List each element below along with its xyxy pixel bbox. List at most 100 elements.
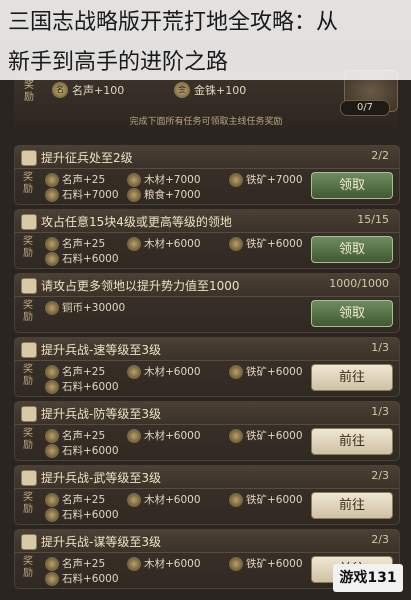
- reward-item: 木材+6000: [127, 556, 201, 571]
- task-title: 请攻占更多领地以提升势力值至1000: [41, 279, 240, 293]
- reward-text: 石料+6000: [62, 573, 119, 585]
- reward-item: 石料+7000: [45, 187, 119, 202]
- task-card: 提升兵战-速等级至3级 1/3 奖励 名声+25 木材+6000 铁矿+6000 石料+60…: [14, 337, 400, 397]
- resource-icon: [45, 172, 59, 187]
- task-book-icon: [21, 534, 37, 550]
- go-button[interactable]: 前往: [311, 428, 393, 455]
- task-book-icon: [21, 470, 37, 486]
- task-card: 提升兵战-武等级至3级 2/3 奖励 名声+25 木材+6000 铁矿+6000 石料+60…: [14, 465, 400, 525]
- reward-label: 奖励: [23, 172, 33, 195]
- reward-item: 木材+6000: [127, 236, 201, 251]
- reward-text: 木材+6000: [144, 430, 201, 442]
- go-button[interactable]: 前往: [311, 492, 393, 519]
- resource-icon: [45, 507, 59, 522]
- reward-item: 石料+6000: [45, 507, 119, 522]
- task-book-icon: [21, 406, 37, 422]
- reward-item: 名声+25: [45, 236, 105, 251]
- reward-item: 石料+6000: [45, 251, 119, 266]
- reward-fame: 名 名声+100: [52, 82, 124, 98]
- reward-item: 铁矿+6000: [229, 236, 303, 251]
- resource-icon: [229, 364, 243, 379]
- reward-label: 奖励: [23, 492, 33, 515]
- title-line-2: 新手到高手的进阶之路: [8, 50, 229, 75]
- resource-icon: [229, 556, 243, 571]
- reward-text: 名声+25: [62, 430, 106, 442]
- resource-icon: [229, 428, 243, 443]
- reward-text: 石料+6000: [62, 381, 119, 393]
- resource-icon: [45, 379, 59, 394]
- resource-icon: [127, 236, 141, 251]
- reward-item: 铁矿+7000: [229, 172, 303, 187]
- reward-item: 石料+6000: [45, 443, 119, 458]
- task-progress-count: 15/15: [357, 213, 389, 226]
- reward-label: 奖励: [23, 300, 33, 323]
- reward-item: 铜币+30000: [45, 300, 125, 315]
- reward-label: 奖励: [23, 236, 33, 259]
- reward-item: 木材+7000: [127, 172, 201, 187]
- resource-icon: [127, 428, 141, 443]
- reward-text: 粮食+7000: [144, 189, 201, 201]
- reward-text: 木材+6000: [144, 238, 201, 250]
- task-progress-count: 1/3: [371, 405, 389, 418]
- reward-text: 铁矿+6000: [246, 366, 303, 378]
- claim-button[interactable]: 领取: [311, 300, 393, 327]
- reward-text: 名声+25: [62, 558, 106, 570]
- resource-icon: [45, 571, 59, 586]
- reward-label: 奖励: [23, 556, 33, 579]
- resource-icon: [229, 236, 243, 251]
- resource-icon: [127, 364, 141, 379]
- reward-text: 铁矿+7000: [246, 174, 303, 186]
- reward-text: 铁矿+6000: [246, 494, 303, 506]
- gold-icon: 金: [174, 82, 190, 98]
- reward-item: 名声+25: [45, 172, 105, 187]
- task-card: 请攻占更多领地以提升势力值至1000 1000/1000 奖励 铜币+30000 领取: [14, 273, 400, 333]
- resource-icon: [127, 556, 141, 571]
- task-progress-count: 1000/1000: [329, 277, 389, 290]
- resource-icon: [45, 187, 59, 202]
- go-button[interactable]: 前往: [311, 364, 393, 391]
- quest-footer-text: 完成下面所有任务可领取主线任务奖励: [129, 117, 283, 127]
- title-line-1: 三国志战略版开荒打地全攻略：从: [8, 10, 339, 35]
- task-title: 提升兵战-速等级至3级: [41, 343, 161, 357]
- reward-item: 铁矿+6000: [229, 556, 303, 571]
- task-card: 提升兵战-防等级至3级 1/3 奖励 名声+25 木材+6000 铁矿+6000 石料+60…: [14, 401, 400, 461]
- reward-label: 奖励: [24, 80, 34, 103]
- resource-icon: [127, 172, 141, 187]
- task-book-icon: [21, 342, 37, 358]
- task-progress-count: 1/3: [371, 341, 389, 354]
- reward-label: 奖励: [23, 428, 33, 451]
- reward-item: 铁矿+6000: [229, 364, 303, 379]
- resource-icon: [45, 428, 59, 443]
- resource-icon: [45, 556, 59, 571]
- resource-icon: [127, 187, 141, 202]
- reward-item: 石料+6000: [45, 379, 119, 394]
- task-title: 提升兵战-谋等级至3级: [41, 535, 161, 549]
- reward-item: 名声+25: [45, 556, 105, 571]
- reward-item: 木材+6000: [127, 364, 201, 379]
- resource-icon: [127, 492, 141, 507]
- reward-item: 名声+25: [45, 364, 105, 379]
- watermark-logo: 游戏131: [333, 564, 403, 592]
- task-progress-count: 2/3: [371, 469, 389, 482]
- reward-item: 木材+6000: [127, 492, 201, 507]
- reward-text: 名声+25: [62, 238, 106, 250]
- resource-icon: [229, 172, 243, 187]
- claim-button[interactable]: 领取: [311, 172, 393, 199]
- task-title: 提升兵战-防等级至3级: [41, 407, 161, 421]
- reward-item: 石料+6000: [45, 571, 119, 586]
- reward-text: 石料+6000: [62, 253, 119, 265]
- task-title: 提升征兵处至2级: [41, 151, 133, 165]
- resource-icon: [45, 492, 59, 507]
- resource-icon: [45, 364, 59, 379]
- resource-icon: [45, 251, 59, 266]
- resource-icon: [45, 300, 59, 315]
- task-book-icon: [21, 214, 37, 230]
- reward-text: 石料+6000: [62, 509, 119, 521]
- main-quest-panel: 奖励 名 名声+100 金 金铢+100 0/7 完成下面所有任务可领取主线任务…: [14, 70, 398, 132]
- reward-gold: 金 金铢+100: [174, 82, 246, 98]
- reward-text: 石料+7000: [62, 189, 119, 201]
- claim-button[interactable]: 领取: [311, 236, 393, 263]
- resource-icon: [45, 443, 59, 458]
- task-card: 提升征兵处至2级 2/2 奖励 名声+25 木材+7000 铁矿+7000 石料+7000 粮…: [14, 145, 400, 205]
- reward-text: 木材+6000: [144, 366, 201, 378]
